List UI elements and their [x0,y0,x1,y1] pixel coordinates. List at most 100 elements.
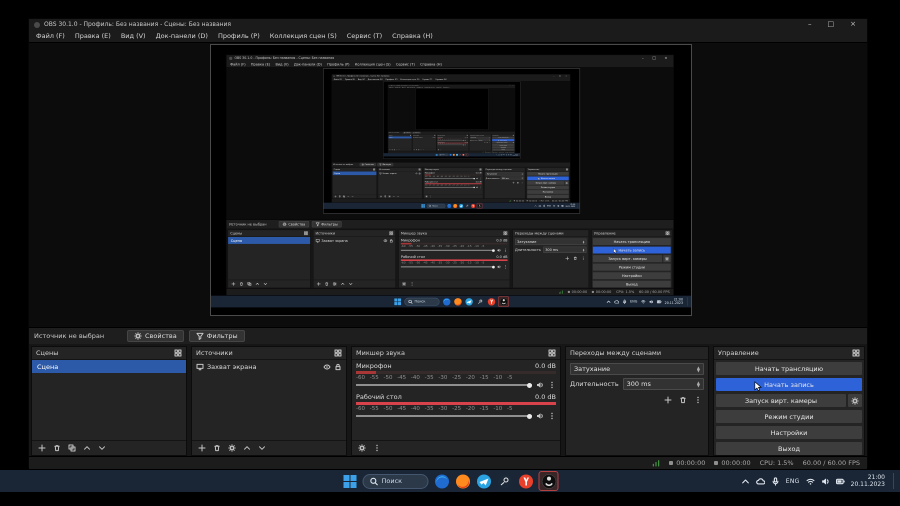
dots-vertical-icon[interactable] [548,381,556,389]
mixer-options-button[interactable] [370,442,383,454]
mixer-settings-button[interactable] [355,442,368,454]
remove-scene-button[interactable] [50,442,63,454]
volume-slider[interactable] [356,413,532,419]
mixer-toolbar [352,440,560,455]
wifi-icon[interactable] [806,477,815,486]
trash-icon [53,445,60,452]
channel-name: Рабочий стол [356,393,402,401]
source-down-button[interactable] [255,442,268,454]
taskbar-app-firefox[interactable] [455,473,471,489]
speaker-icon[interactable] [536,381,544,389]
taskbar: Поиск ENG 21:00 20.11.2023 [0,470,900,492]
duplicate-scene-button[interactable] [65,442,78,454]
sources-toolbar [192,440,346,455]
telegram-icon [476,474,491,488]
maximize-button[interactable]: □ [822,19,841,30]
windows-icon [343,474,356,488]
language-indicator[interactable]: ENG [786,478,800,485]
scene-up-button[interactable] [80,442,93,454]
sources-dock: Источники Захват экрана [191,346,347,456]
battery-icon[interactable] [835,477,845,486]
volume-slider[interactable] [356,382,532,388]
add-source-button[interactable] [195,442,208,454]
taskbar-app-telegram[interactable] [476,473,492,489]
transitions-dock-header: Переходы между сценами [566,347,708,360]
volume-handle[interactable] [527,413,532,419]
spinner-icon[interactable]: ▲ ▼ [697,365,700,373]
source-properties-gear-button[interactable] [225,442,238,454]
add-transition-button[interactable] [661,394,674,406]
firefox-browser-icon [455,474,470,488]
controls-body: Начать трансляцию Начать запись Запуск в… [714,360,864,455]
taskbar-obs-active[interactable] [538,471,559,491]
start-streaming-button[interactable]: Начать трансляцию [716,362,862,375]
transitions-body: Затухание ▲ ▼ Длительность 300 ms ▲ ▼ [566,360,708,455]
microphone-icon[interactable] [771,476,780,486]
close-button[interactable]: × [844,19,862,30]
search-box[interactable]: Поиск [362,473,429,489]
stream-status-icon [669,461,674,465]
source-toolbar: Источник не выбран Свойства Фильтры [29,327,867,344]
volume-icon[interactable] [821,477,830,486]
menu-bar: Файл (F) Правка (E) Вид (V) Док-панели (… [29,30,867,43]
clock[interactable]: 21:00 20.11.2023 [851,474,885,489]
start-recording-button[interactable]: Начать запись [716,378,862,392]
remove-transition-button[interactable] [676,394,689,406]
scenes-dock-header: Сцены [32,347,186,360]
menu-item-view[interactable]: Вид (V) [116,32,151,40]
settings-button[interactable]: Настройки [716,426,862,439]
duration-value: 300 ms [626,380,651,388]
gear-icon [357,444,366,452]
stream-timer: 00:00:00 [669,459,705,467]
status-bar: 00:00:00 00:00:00 CPU: 1.5% 60.00 / 60.0… [29,456,867,469]
virtual-camera-settings-button[interactable] [848,394,862,407]
scene-down-button[interactable] [95,442,108,454]
gear-icon [851,396,859,405]
eye-icon[interactable] [323,363,331,371]
plus-icon [664,396,671,404]
show-desktop-button[interactable] [893,473,895,489]
menu-item-docks[interactable]: Док-панели (D) [151,32,213,40]
virtual-camera-button[interactable]: Запуск вирт. камеры [716,394,846,407]
studio-mode-button[interactable]: Режим студии [716,410,862,423]
minimize-button[interactable]: – [802,19,818,30]
transition-value: Затухание [574,365,611,373]
remove-source-button[interactable] [210,442,223,454]
source-item[interactable]: Захват экрана [192,360,346,373]
scene-item[interactable]: Сцена [32,360,186,373]
filters-label: Фильтры [206,332,238,340]
source-properties-button[interactable]: Свойства [127,330,184,342]
menu-item-edit[interactable]: Правка (E) [70,32,116,40]
dots-vertical-icon[interactable] [548,412,556,420]
taskbar-app-edge[interactable] [434,473,450,489]
tray-expand-chevron-icon[interactable] [741,477,750,486]
taskbar-app-dark[interactable] [497,473,513,489]
start-button[interactable] [342,473,358,489]
menu-item-tools[interactable]: Сервис (T) [342,32,387,40]
menu-item-profile[interactable]: Профиль (P) [213,32,265,40]
display-capture-icon [196,363,204,370]
transition-select[interactable]: Затухание ▲ ▼ [570,363,704,375]
taskbar-app-red[interactable] [518,473,534,489]
menu-item-help[interactable]: Справка (H) [387,32,438,40]
source-up-button[interactable] [240,442,253,454]
lock-icon[interactable] [334,363,342,371]
controls-title: Управление [718,349,759,357]
chevron-down-icon [98,446,105,450]
clock-date: 20.11.2023 [850,481,885,488]
volume-meter [356,371,556,374]
source-filters-button[interactable]: Фильтры [188,330,245,342]
add-scene-button[interactable] [35,442,48,454]
duration-spinbox[interactable]: 300 ms ▲ ▼ [622,378,704,390]
spinner-icon[interactable]: ▲ ▼ [697,380,700,388]
onedrive-cloud-icon[interactable] [755,477,765,486]
scenes-title: Сцены [36,349,59,357]
preview-canvas[interactable]: OBS 30.1.0 - Профиль: Без названия - Сце… [29,43,867,327]
transition-options-button[interactable] [691,394,704,406]
menu-item-file[interactable]: Файл (F) [31,32,70,40]
exit-button[interactable]: Выход [716,442,862,455]
mixer-channel-desktop: Рабочий стол 0.0 dB -60 -55 -50 -45 -40 … [356,393,556,420]
speaker-icon[interactable] [536,412,544,420]
menu-item-scene-collection[interactable]: Коллекция сцен (S) [265,32,342,40]
volume-handle[interactable] [527,382,532,388]
